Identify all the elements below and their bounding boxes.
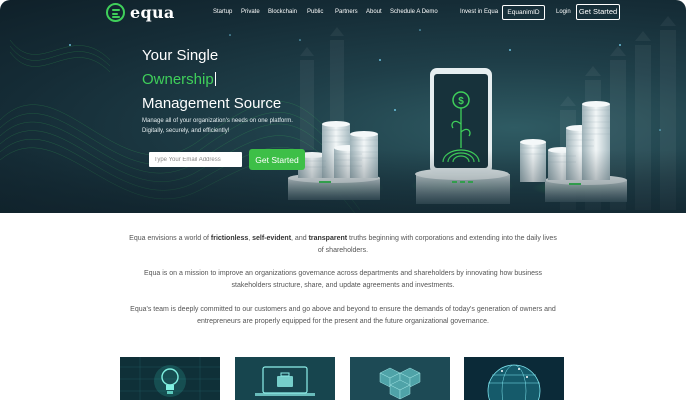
hero-title-highlight: Ownership [142, 71, 214, 88]
equa-logo-icon [106, 3, 125, 22]
logo[interactable]: equa [106, 3, 175, 22]
globe-icon [464, 357, 564, 400]
text: Equa is on a mission to improve an organ… [143, 270, 543, 277]
text: entrepreneurs are properly equipped for … [197, 318, 489, 326]
nav-link-public[interactable]: Public [307, 9, 323, 15]
feature-card-innovation[interactable] [120, 357, 220, 400]
feature-card-global[interactable] [464, 357, 564, 400]
nav-link-invest[interactable]: Invest in Equa [460, 9, 498, 15]
email-input[interactable] [149, 152, 242, 167]
nav-link-schedule-demo[interactable]: Schedule A Demo [390, 9, 438, 15]
feature-card-blockchain[interactable] [350, 357, 450, 400]
text: stakeholders structure, share, and updat… [231, 282, 455, 290]
text: of shareholders. [317, 247, 369, 255]
laptop-briefcase-icon [235, 357, 335, 400]
emphasis-frictionless: frictionless [210, 235, 249, 242]
dollar-sign-icon: $ [458, 96, 464, 107]
typing-caret [214, 72, 216, 86]
nav-get-started-button[interactable]: Get Started [576, 4, 620, 20]
text: Equa envisions a world of [129, 235, 211, 242]
text: truths beginning with corporations and e… [347, 235, 557, 242]
nav-link-about[interactable]: About [366, 9, 382, 15]
brand-name: equa [130, 3, 175, 22]
hero-title-line-1: Your Single [142, 47, 219, 64]
nav-link-private[interactable]: Private [241, 9, 260, 15]
blockchain-cubes-icon [350, 357, 450, 400]
feature-card-business[interactable] [235, 357, 335, 400]
mission-paragraph-1: Equa envisions a world of frictionless , … [100, 233, 586, 258]
nav-link-startup[interactable]: Startup [213, 9, 232, 15]
nav-link-partners[interactable]: Partners [335, 9, 358, 15]
emphasis-transparent: transparent [308, 235, 348, 242]
equanimid-button[interactable]: EquanimID [502, 5, 545, 20]
hero-subtitle-2: Digitally, securely, and efficiently! [142, 128, 230, 134]
hero-section: $ equa Startup Private Blockchain Public… [0, 0, 686, 213]
hero-title-line-3: Management Source [142, 95, 282, 112]
hero-title-line-2: Ownership [142, 71, 216, 88]
mission-paragraph-3: Equa's team is deeply committed to our c… [100, 304, 586, 329]
text: Equa's team is deeply committed to our c… [130, 306, 556, 313]
login-link[interactable]: Login [556, 9, 571, 15]
hero-get-started-button[interactable]: Get Started [249, 149, 305, 170]
emphasis-self-evident: self-evident [252, 235, 292, 242]
top-nav: equa Startup Private Blockchain Public P… [0, 0, 686, 26]
hero-illustration: $ [0, 16, 686, 213]
text: , and [291, 235, 309, 242]
mission-paragraph-2: Equa is on a mission to improve an organ… [100, 268, 586, 293]
lightbulb-icon [120, 357, 220, 400]
nav-link-blockchain[interactable]: Blockchain [268, 9, 297, 15]
page: $ equa Startup Private Blockchain Public… [0, 0, 686, 400]
hero-subtitle-1: Manage all of your organization's needs … [142, 118, 293, 124]
